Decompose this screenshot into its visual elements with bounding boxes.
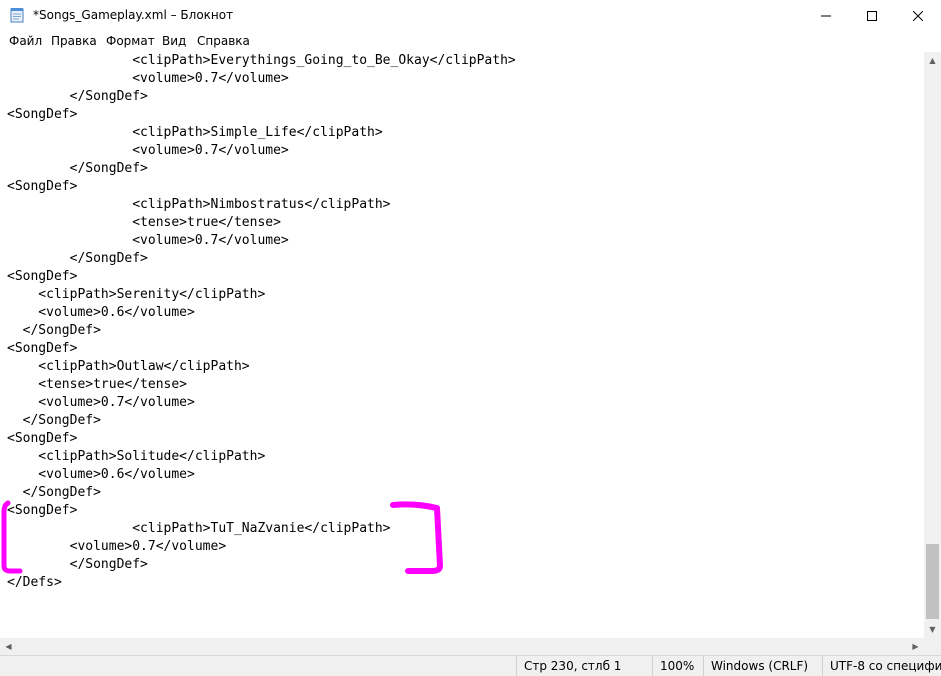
line-endings: Windows (CRLF) [703,656,822,676]
text-line: <SongDef> [7,431,78,446]
text-line: <clipPath>Solitude</clipPath> [7,449,266,464]
text-line: </SongDef> [7,413,101,428]
menu-edit[interactable]: Правка [51,34,97,48]
encoding: UTF-8 со специфи [822,656,941,676]
text-line: <volume>0.7</volume> [7,143,289,158]
minimize-icon [821,6,831,25]
menu-view[interactable]: Вид [162,34,186,48]
title-bar[interactable]: *Songs_Gameplay.xml – Блокнот [0,0,941,31]
scroll-down-icon[interactable]: ▼ [924,621,941,638]
horizontal-scrollbar[interactable]: ◀ ▶ [0,638,924,655]
scrollbar-corner [924,638,941,655]
text-line: </SongDef> [7,161,148,176]
text-line: </SongDef> [7,323,101,338]
text-line: <clipPath>Nimbostratus</clipPath> [7,197,391,212]
menu-file[interactable]: Файл [9,34,42,48]
scroll-up-icon[interactable]: ▲ [924,52,941,69]
close-button[interactable] [895,0,941,31]
window-title: *Songs_Gameplay.xml – Блокнот [33,8,234,22]
text-line: </SongDef> [7,251,148,266]
text-line: <SongDef> [7,269,78,284]
menu-format[interactable]: Формат [106,34,155,48]
maximize-icon [867,6,877,25]
text-line: <clipPath>TuT_NaZvanie</clipPath> [7,521,391,536]
maximize-button[interactable] [849,0,895,31]
text-line: <volume>0.6</volume> [7,305,195,320]
text-line: </SongDef> [7,485,101,500]
minimize-button[interactable] [803,0,849,31]
text-line: <volume>0.7</volume> [7,233,289,248]
text-line: </Defs> [7,575,62,590]
text-line: </SongDef> [7,89,148,104]
text-line: </SongDef> [7,557,148,572]
text-line: <volume>0.6</volume> [7,467,195,482]
text-line: <tense>true</tense> [7,377,188,392]
scroll-left-icon[interactable]: ◀ [0,638,17,655]
text-line: <clipPath>Everythings_Going_to_Be_Okay</… [7,53,516,68]
text-line: <volume>0.7</volume> [7,395,195,410]
vertical-scrollbar[interactable]: ▲ ▼ [924,52,941,638]
zoom-level: 100% [652,656,703,676]
scroll-right-icon[interactable]: ▶ [907,638,924,655]
close-icon [912,6,924,25]
text-line: <SongDef> [7,107,78,122]
scrollbar-thumb[interactable] [926,544,939,619]
text-line: <SongDef> [7,503,78,518]
status-bar: Стр 230, стлб 1 100% Windows (CRLF) UTF-… [0,655,941,676]
text-line: <clipPath>Outlaw</clipPath> [7,359,250,374]
text-line: <volume>0.7</volume> [7,71,289,86]
text-line: <clipPath>Serenity</clipPath> [7,287,266,302]
text-editor[interactable]: <clipPath>Everythings_Going_to_Be_Okay</… [0,52,924,638]
cursor-position: Стр 230, стлб 1 [516,656,652,676]
menu-bar: Файл Правка Формат Вид Справка [0,31,941,53]
text-line: <tense>true</tense> [7,215,281,230]
text-line: <SongDef> [7,341,78,356]
text-line: <SongDef> [7,179,78,194]
menu-help[interactable]: Справка [197,34,250,48]
text-line: <volume>0.7</volume> [7,539,227,554]
notepad-icon [10,7,24,23]
text-line: <clipPath>Simple_Life</clipPath> [7,125,383,140]
